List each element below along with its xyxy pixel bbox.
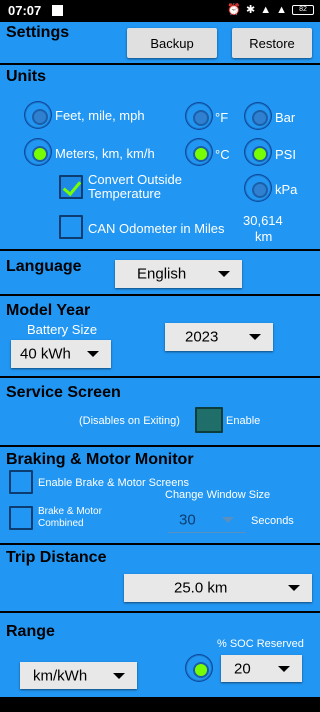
brake-combined-label: Brake & Motor Combined [38, 506, 102, 529]
range-title: Range [6, 623, 55, 640]
odometer-value: 30,614 [243, 213, 283, 228]
trip-distance-dropdown[interactable]: 25.0 km [124, 574, 312, 602]
odometer-unit: km [255, 229, 273, 244]
language-title: Language [6, 258, 82, 275]
signal-icon: ▲ [260, 3, 272, 16]
window-size-label: Change Window Size [165, 489, 271, 501]
status-bar: 07:07 ⏰ ✱ ▲ ▲ 82 [0, 0, 320, 22]
braking-section: Braking & Motor Monitor Enable Brake & M… [0, 447, 320, 543]
braking-title: Braking & Motor Monitor [6, 451, 194, 468]
checkbox-enable-brake[interactable] [9, 470, 33, 494]
soc-reserved-label: % SOC Reserved [217, 638, 304, 650]
trip-distance-value: 25.0 km [174, 579, 228, 597]
restore-button[interactable]: Restore [232, 28, 312, 58]
battery-size-value: 40 kWh [20, 345, 71, 363]
battery-size-label: Battery Size [27, 322, 98, 337]
soc-dropdown[interactable]: 20 [221, 655, 302, 682]
signal-icon-2: ▲ [276, 3, 287, 16]
alarm-icon: ⏰ [227, 4, 241, 16]
battery-size-dropdown[interactable]: 40 kWh [11, 340, 111, 368]
range-unit-value: km/kWh [33, 667, 88, 684]
chevron-down-icon [113, 672, 125, 679]
label-convert-temp: Convert Outside Temperature [88, 172, 182, 201]
checkbox-convert-temp[interactable] [59, 175, 83, 199]
chevron-down-icon [218, 271, 230, 277]
radio-soc-reserved[interactable] [186, 655, 212, 681]
settings-section: Settings Backup Restore [0, 22, 320, 63]
status-icons: ⏰ ✱ ▲ ▲ 82 [227, 3, 314, 16]
trip-title: Trip Distance [6, 549, 107, 566]
chevron-down-icon [278, 665, 290, 672]
label-bar: Bar [275, 110, 296, 125]
label-kpa: kPa [275, 182, 298, 197]
chevron-down-icon [87, 351, 99, 357]
model-year-value: 2023 [185, 328, 219, 346]
service-note: (Disables on Exiting) [79, 415, 180, 427]
model-year-section: Model Year Battery Size 40 kWh 2023 [0, 296, 320, 376]
units-section: Units Feet, mile, mph Meters, km, km/h °… [0, 65, 320, 249]
window-unit-label: Seconds [251, 515, 294, 527]
radio-bar[interactable] [245, 103, 271, 129]
radio-metric[interactable] [25, 139, 51, 165]
range-unit-dropdown[interactable]: km/kWh [20, 662, 137, 689]
checkbox-brake-combined[interactable] [9, 506, 33, 530]
units-title: Units [6, 68, 46, 85]
service-title: Service Screen [6, 384, 121, 401]
radio-kpa[interactable] [245, 175, 271, 201]
window-size-dropdown[interactable]: 30 [168, 506, 246, 533]
service-section: Service Screen (Disables on Exiting) Ena… [0, 378, 320, 445]
battery-icon: 82 [292, 4, 314, 15]
language-value: English [137, 265, 187, 283]
bluetooth-icon: ✱ [246, 4, 256, 16]
soc-value: 20 [234, 660, 251, 677]
model-year-title: Model Year [6, 302, 91, 319]
backup-button[interactable]: Backup [127, 28, 217, 58]
trip-section: Trip Distance 25.0 km [0, 545, 320, 611]
checkbox-service-enable[interactable] [195, 407, 223, 433]
chevron-down-icon [288, 585, 300, 591]
status-time: 07:07 [8, 3, 42, 18]
model-year-dropdown[interactable]: 2023 [165, 323, 273, 351]
range-section: Range % SOC Reserved km/kWh 20 [0, 613, 320, 697]
label-celsius: °C [215, 147, 230, 162]
notification-icon [52, 5, 63, 16]
language-dropdown[interactable]: English [115, 260, 242, 288]
radio-psi[interactable] [245, 139, 271, 165]
chevron-down-icon [249, 334, 261, 340]
radio-fahrenheit[interactable] [186, 103, 212, 129]
label-fahrenheit: °F [215, 110, 229, 125]
radio-celsius[interactable] [186, 139, 212, 165]
label-psi: PSI [275, 147, 296, 162]
checkbox-can-odometer[interactable] [59, 215, 83, 239]
label-imperial: Feet, mile, mph [55, 108, 145, 123]
label-can-odometer: CAN Odometer in Miles [88, 221, 225, 236]
window-size-value: 30 [179, 511, 196, 528]
language-section: Language English [0, 251, 320, 294]
settings-title: Settings [6, 24, 70, 41]
label-metric: Meters, km, km/h [55, 146, 155, 161]
radio-imperial[interactable] [25, 102, 51, 128]
enable-brake-label: Enable Brake & Motor Screens [38, 477, 190, 489]
service-enable-label: Enable [226, 415, 261, 427]
chevron-down-icon [222, 516, 234, 523]
